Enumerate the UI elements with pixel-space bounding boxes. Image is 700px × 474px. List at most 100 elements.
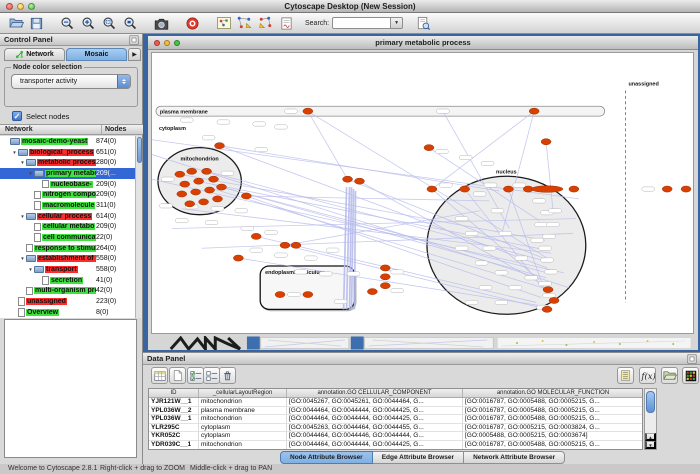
table-cell[interactable]: YKR052C	[149, 432, 199, 440]
table-cell[interactable]: YPL036W__2	[149, 407, 199, 415]
network-node[interactable]	[187, 168, 197, 174]
tab-mosaic[interactable]: Mosaic	[66, 48, 127, 61]
tree-item-nucleobase-[interactable]: nucleobase-209(0)	[0, 179, 136, 190]
network-label-node[interactable]	[241, 226, 254, 230]
node-color-dropdown[interactable]: transporter activity	[11, 74, 131, 89]
network-node[interactable]	[280, 242, 290, 248]
network-label-node[interactable]	[326, 248, 339, 252]
network-label-node[interactable]	[539, 246, 552, 250]
search-input[interactable]	[332, 17, 390, 29]
tree-item-cellular-process[interactable]: ▼cellular process614(0)	[0, 211, 136, 222]
network-node[interactable]	[217, 184, 227, 190]
network-label-node[interactable]	[531, 238, 544, 242]
network-label-node[interactable]	[533, 199, 546, 203]
network-label-node[interactable]	[175, 218, 188, 222]
column-header[interactable]: annotation.GO MOLECULAR_FUNCTION	[463, 389, 643, 397]
network-node[interactable]	[199, 199, 209, 205]
network-label-node[interactable]	[541, 258, 554, 262]
table-cell[interactable]: YLR295C	[149, 424, 199, 432]
network-label-node[interactable]	[642, 187, 655, 191]
network-label-node[interactable]	[473, 192, 486, 196]
network-label-node[interactable]	[294, 270, 307, 274]
network-minimize-button[interactable]	[164, 40, 170, 46]
network-label-node[interactable]	[483, 246, 496, 250]
network-label-node[interactable]	[334, 299, 347, 303]
network-label-node[interactable]	[495, 300, 508, 304]
table-scrollbar[interactable]: ▲ ▼	[644, 388, 657, 450]
table-cell[interactable]: [GO:0016787, GO:0005488, GO:0005215, G..…	[463, 441, 643, 449]
tree-item-cellular-metabo[interactable]: cellular metabo209(0)	[0, 222, 136, 233]
network-label-node[interactable]	[221, 171, 234, 175]
network-label-node[interactable]	[455, 246, 468, 250]
minimize-window-button[interactable]	[17, 3, 24, 10]
network-label-node[interactable]	[285, 109, 298, 113]
table-cell[interactable]: [GO:0016787, GO:0005488, GO:0005215, G..…	[463, 407, 643, 415]
network-label-node[interactable]	[465, 300, 478, 304]
tree-item-macromolecule[interactable]: macromolecule311(0)	[0, 200, 136, 211]
network-label-node[interactable]	[436, 109, 449, 113]
network-node[interactable]	[194, 178, 204, 184]
tree-scrollbar-thumb[interactable]	[137, 137, 142, 163]
network-close-button[interactable]	[154, 40, 160, 46]
zoom-selected-button[interactable]	[121, 14, 140, 33]
network-node[interactable]	[529, 108, 539, 114]
tree-item-metabolic-process[interactable]: ▼metabolic process280(0)	[0, 157, 136, 168]
network-node[interactable]	[233, 255, 243, 261]
network-node[interactable]	[380, 274, 390, 280]
table-cell[interactable]: [GO:0044464, GO:0044446, GO:0044444, G..…	[287, 432, 463, 440]
network-node[interactable]	[205, 187, 215, 193]
tree-item-response-to-stimulu[interactable]: response to stimulu264(0)	[0, 243, 136, 254]
annotation-button[interactable]	[277, 14, 296, 33]
float-panel-icon[interactable]	[129, 35, 139, 45]
network-label-node[interactable]	[211, 207, 224, 211]
network-node[interactable]	[681, 186, 691, 192]
network-label-node[interactable]	[275, 253, 288, 257]
zoom-out-button[interactable]	[58, 14, 77, 33]
network-label-node[interactable]	[253, 122, 266, 126]
tree-expand-icon[interactable]: ▼	[19, 256, 26, 261]
unselect-attributes-button[interactable]	[203, 367, 220, 384]
tab-overflow-button[interactable]: ▶	[128, 48, 141, 61]
formula-builder-button[interactable]: f(x)	[639, 367, 656, 384]
network-node[interactable]	[180, 181, 190, 187]
network-node[interactable]	[380, 265, 390, 271]
window-titlebar[interactable]: Cytoscape Desktop (New Session)	[0, 0, 700, 13]
delete-attribute-button[interactable]	[219, 367, 236, 384]
network-label-node[interactable]	[543, 234, 556, 238]
table-row[interactable]: YKR052Ccytoplasm[GO:0044464, GO:0044446,…	[149, 432, 642, 441]
network-node[interactable]	[191, 189, 201, 195]
network-view-window[interactable]: primary metabolic process plasma membran…	[143, 34, 700, 352]
network-label-node[interactable]	[319, 272, 332, 276]
network-overview-button[interactable]	[214, 14, 233, 33]
apply-layout-alt-button[interactable]	[256, 14, 275, 33]
network-label-node[interactable]	[547, 222, 560, 226]
network-canvas[interactable]: plasma membranecytoplasmmitochondrionnuc…	[151, 52, 694, 334]
table-row[interactable]: YPL036W__1mitochondrion[GO:0044464, GO:0…	[149, 415, 642, 424]
table-cell[interactable]: mitochondrion	[199, 398, 287, 406]
tree-item-biological-process[interactable]: ▼biological_process651(0)	[0, 147, 136, 158]
table-cell[interactable]: YPL036W__1	[149, 415, 199, 423]
table-cell[interactable]: mitochondrion	[199, 441, 287, 449]
table-cell[interactable]: [GO:0016787, GO:0005488, GO:0005215, G..…	[463, 398, 643, 406]
network-label-node[interactable]	[250, 248, 263, 252]
network-label-node[interactable]	[161, 177, 174, 181]
network-label-node[interactable]	[479, 285, 492, 289]
network-window-titlebar[interactable]: primary metabolic process	[148, 36, 698, 50]
network-label-node[interactable]	[545, 270, 558, 274]
scroll-up-button[interactable]: ▲	[645, 433, 656, 441]
tab-network-attribute-browser[interactable]: Network Attribute Browser	[464, 451, 565, 464]
column-header[interactable]: ID	[149, 389, 199, 397]
network-node[interactable]	[343, 176, 353, 182]
network-node[interactable]	[251, 233, 261, 239]
maximize-window-button[interactable]	[28, 3, 35, 10]
network-label-node[interactable]	[491, 209, 504, 213]
network-node[interactable]	[662, 186, 672, 192]
network-label-node[interactable]	[255, 147, 268, 151]
network-label-node[interactable]	[513, 183, 526, 187]
tree-item-multi-organism-pro[interactable]: multi-organism pro42(0)	[0, 286, 136, 297]
network-label-node[interactable]	[217, 120, 230, 124]
table-scrollbar-thumb[interactable]	[646, 391, 655, 413]
network-label-node[interactable]	[180, 118, 193, 122]
network-label-node[interactable]	[159, 204, 172, 208]
table-cell[interactable]: [GO:0044464, GO:0044444, GO:0044425, G..…	[287, 407, 463, 415]
